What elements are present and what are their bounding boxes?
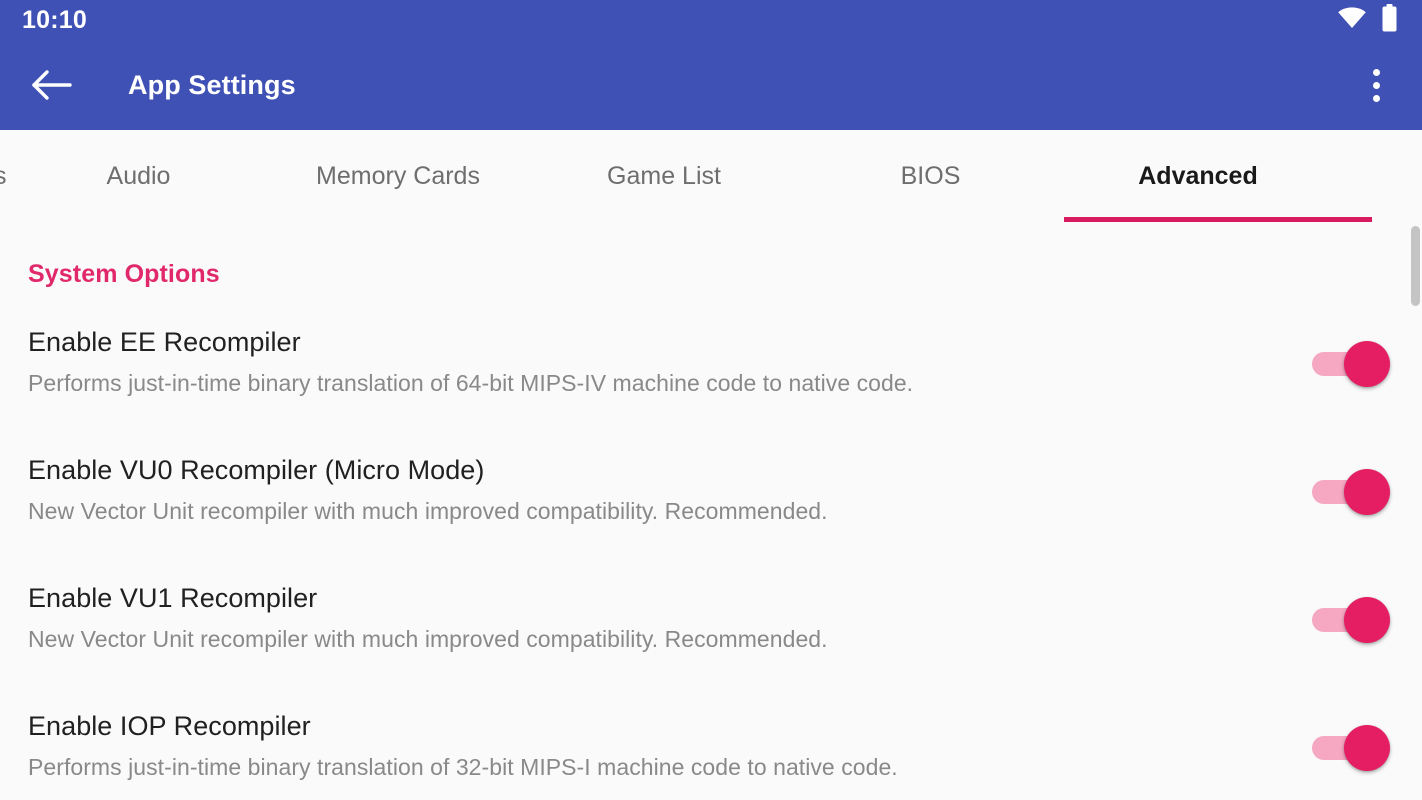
more-vertical-icon-dot <box>1372 68 1380 76</box>
preference-summary: Performs just-in-time binary translation… <box>28 370 914 397</box>
tab-game-list[interactable]: Game List <box>531 130 797 222</box>
toggle-switch-vu1-recompiler[interactable] <box>1312 597 1398 643</box>
preference-title: Enable VU0 Recompiler (Micro Mode) <box>28 455 485 485</box>
tab-partial-left[interactable]: s <box>0 130 12 222</box>
preference-summary: Performs just-in-time binary translation… <box>28 754 898 781</box>
tab-memory-cards[interactable]: Memory Cards <box>265 130 531 222</box>
back-arrow-icon <box>32 70 72 100</box>
preference-row-iop-recompiler[interactable]: Enable IOP Recompiler Performs just-in-t… <box>0 687 1422 800</box>
preference-title: Enable IOP Recompiler <box>28 711 311 741</box>
tab-bios[interactable]: BIOS <box>797 130 1064 222</box>
preference-text: Enable VU1 Recompiler New Vector Unit re… <box>28 581 1312 655</box>
wifi-icon <box>1337 6 1367 34</box>
toggle-switch-ee-recompiler[interactable] <box>1312 341 1398 387</box>
toggle-thumb <box>1344 597 1390 643</box>
preference-text: Enable IOP Recompiler Performs just-in-t… <box>28 709 1312 783</box>
preference-text: Enable EE Recompiler Performs just-in-ti… <box>28 325 1312 399</box>
status-bar-clock: 10:10 <box>22 5 87 34</box>
scrollbar[interactable] <box>1410 222 1422 800</box>
status-bar-icons <box>1337 3 1398 37</box>
preference-summary: New Vector Unit recompiler with much imp… <box>28 498 828 525</box>
toggle-switch-iop-recompiler[interactable] <box>1312 725 1398 771</box>
toggle-thumb <box>1344 469 1390 515</box>
more-vertical-icon-dot <box>1372 94 1380 102</box>
toggle-switch-vu0-recompiler[interactable] <box>1312 469 1398 515</box>
scrollbar-thumb[interactable] <box>1411 226 1420 306</box>
overflow-menu-button[interactable] <box>1352 59 1400 111</box>
toggle-thumb <box>1344 725 1390 771</box>
tab-advanced[interactable]: Advanced <box>1064 130 1372 222</box>
tab-bar[interactable]: s Audio Memory Cards Game List BIOS Adva… <box>0 130 1422 222</box>
preference-title: Enable EE Recompiler <box>28 327 301 357</box>
settings-content: System Options Enable EE Recompiler Perf… <box>0 222 1422 800</box>
preference-row-ee-recompiler[interactable]: Enable EE Recompiler Performs just-in-ti… <box>0 303 1422 431</box>
app-screen: 10:10 App Settings s Audio Memory Cards … <box>0 0 1422 800</box>
toggle-thumb <box>1344 341 1390 387</box>
section-header-system-options: System Options <box>28 260 220 288</box>
status-bar: 10:10 <box>0 0 1422 40</box>
battery-full-icon <box>1381 3 1398 37</box>
preference-row-vu0-recompiler[interactable]: Enable VU0 Recompiler (Micro Mode) New V… <box>0 431 1422 559</box>
back-button[interactable] <box>26 59 78 111</box>
preference-summary: New Vector Unit recompiler with much imp… <box>28 626 828 653</box>
app-bar: App Settings <box>0 40 1422 130</box>
more-vertical-icon-dot <box>1372 81 1380 89</box>
preference-title: Enable VU1 Recompiler <box>28 583 318 613</box>
tab-audio[interactable]: Audio <box>12 130 265 222</box>
page-title: App Settings <box>128 69 296 100</box>
preference-list: Enable EE Recompiler Performs just-in-ti… <box>0 289 1422 800</box>
preference-text: Enable VU0 Recompiler (Micro Mode) New V… <box>28 453 1312 527</box>
preference-row-vu1-recompiler[interactable]: Enable VU1 Recompiler New Vector Unit re… <box>0 559 1422 687</box>
